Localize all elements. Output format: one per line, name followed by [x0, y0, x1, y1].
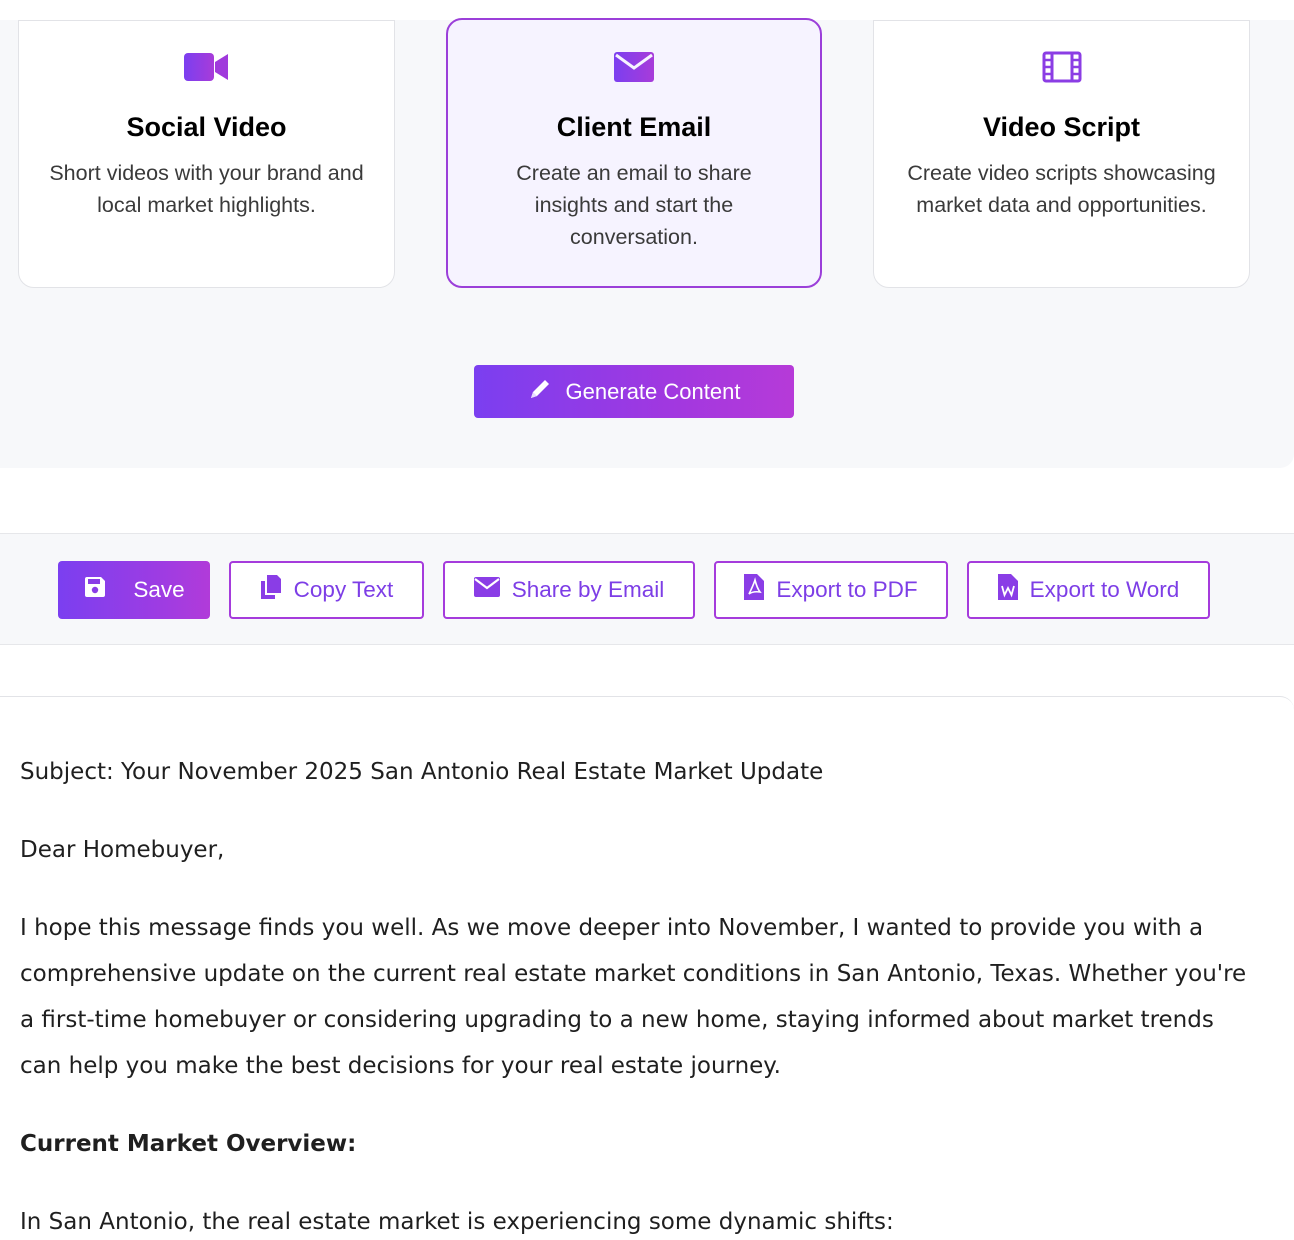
email-subject: Subject: Your November 2025 San Antonio …	[20, 759, 824, 785]
export-to-word-label: Export to Word	[1029, 577, 1180, 602]
card-video-script[interactable]: Video Script Create video scripts showca…	[873, 20, 1250, 288]
export-to-word-button[interactable]: Export to Word	[967, 561, 1210, 619]
pdf-file-icon	[744, 574, 765, 606]
card-title: Client Email	[556, 112, 712, 142]
card-client-email[interactable]: Client Email Create an email to share in…	[446, 18, 822, 288]
save-button[interactable]: Save	[58, 561, 210, 619]
card-description: Create an email to share insights and st…	[516, 161, 752, 249]
action-toolbar: Save Copy Text Share by Email Export to …	[0, 533, 1294, 645]
share-by-email-button[interactable]: Share by Email	[443, 561, 695, 619]
card-description: Short videos with your brand and local m…	[49, 161, 364, 217]
card-description: Create video scripts showcasing market d…	[907, 161, 1216, 217]
film-icon	[874, 51, 1249, 83]
copy-text-button[interactable]: Copy Text	[229, 561, 424, 619]
word-file-icon	[997, 574, 1018, 606]
generate-content-button[interactable]: Generate Content	[474, 365, 794, 418]
video-camera-icon	[19, 51, 394, 83]
generate-content-label: Generate Content	[565, 378, 741, 404]
export-to-pdf-button[interactable]: Export to PDF	[714, 561, 948, 619]
email-greeting: Dear Homebuyer,	[20, 837, 225, 863]
export-to-pdf-label: Export to PDF	[776, 577, 918, 602]
pencil-icon	[528, 377, 552, 407]
copy-icon	[260, 574, 282, 606]
card-title: Video Script	[982, 112, 1141, 142]
email-intro-paragraph: I hope this message finds you well. As w…	[20, 915, 1247, 1079]
card-title: Social Video	[126, 112, 287, 142]
section-heading: Current Market Overview:	[20, 1131, 357, 1157]
envelope-icon	[473, 577, 500, 603]
copy-text-label: Copy Text	[293, 577, 394, 602]
top-strip	[0, 0, 1294, 20]
card-social-video[interactable]: Social Video Short videos with your bran…	[18, 20, 395, 288]
floppy-disk-icon	[83, 575, 107, 605]
email-body: Subject: Your November 2025 San Antonio …	[20, 749, 1260, 1240]
share-by-email-label: Share by Email	[511, 577, 665, 602]
section-intro: In San Antonio, the real estate market i…	[20, 1209, 894, 1235]
envelope-icon	[448, 52, 820, 84]
generated-content-panel: Subject: Your November 2025 San Antonio …	[0, 696, 1294, 1240]
save-label: Save	[133, 577, 185, 602]
